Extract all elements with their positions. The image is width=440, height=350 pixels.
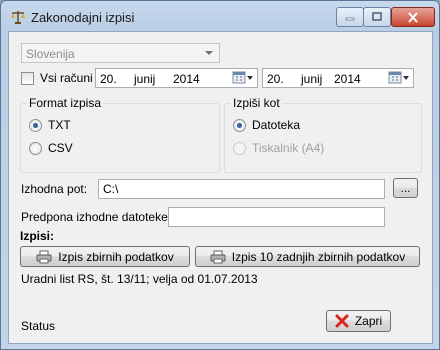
calendar-icon[interactable] <box>388 71 410 85</box>
date-from-day: 20. <box>100 72 117 86</box>
print-collected-label: Izpis zbirnih podatkov <box>58 249 174 264</box>
red-x-icon <box>335 314 349 328</box>
close-icon <box>408 11 418 23</box>
printer-icon <box>36 250 52 264</box>
date-to-year: 2014 <box>334 72 361 86</box>
output-path-label: Izhodna pot: <box>21 182 88 196</box>
date-to-day: 20. <box>267 72 284 86</box>
all-accounts-checkbox[interactable] <box>21 72 34 85</box>
date-from-picker[interactable]: 20. junij 2014 <box>95 68 258 88</box>
printer-icon <box>210 250 226 264</box>
output-printer-label: Tiskalnik (A4) <box>252 141 325 155</box>
format-groupbox: Format izpisa TXT CSV <box>20 96 220 173</box>
file-prefix-label: Predpona izhodne datoteke: <box>21 210 172 224</box>
browse-button-label: ... <box>400 181 411 195</box>
client-area: Slovenija Vsi računi 20. junij 2014 20. … <box>8 31 433 344</box>
close-button-label: Zapri <box>354 314 383 328</box>
legal-note: Uradni list RS, št. 13/11; velja od 01.0… <box>21 272 258 286</box>
output-path-field[interactable] <box>98 179 385 199</box>
region-select-value: Slovenija <box>26 47 75 61</box>
chevron-down-icon <box>205 51 213 55</box>
window-title: Zakonodajni izpisi <box>31 10 135 25</box>
region-select[interactable]: Slovenija <box>21 43 220 63</box>
maximize-button[interactable] <box>363 7 391 27</box>
output-groupbox: Izpiši kot Datoteka Tiskalnik (A4) <box>224 96 422 173</box>
output-file-radio[interactable] <box>233 119 246 132</box>
date-from-month: junij <box>134 72 156 86</box>
file-prefix-input[interactable] <box>169 208 384 226</box>
format-group-legend: Format izpisa <box>27 96 104 110</box>
title-bar[interactable]: Zakonodajni izpisi <box>1 1 439 31</box>
output-file-label: Datoteka <box>252 118 301 132</box>
output-group-legend: Izpiši kot <box>231 96 282 110</box>
format-csv-radio[interactable] <box>29 142 42 155</box>
scales-icon <box>11 11 25 24</box>
close-button[interactable]: Zapri <box>326 310 391 332</box>
minimize-icon <box>345 17 355 21</box>
output-path-input[interactable] <box>99 180 384 198</box>
minimize-button[interactable] <box>336 7 364 27</box>
status-text: Status <box>21 319 56 333</box>
prints-heading: Izpisi: <box>20 229 55 243</box>
file-prefix-field[interactable] <box>168 207 385 227</box>
format-txt-radio[interactable] <box>29 119 42 132</box>
output-printer-radio <box>233 142 246 155</box>
browse-button[interactable]: ... <box>393 178 418 198</box>
main-window: Zakonodajni izpisi Slovenija Vsi računi … <box>0 0 440 350</box>
date-to-picker[interactable]: 20. junij 2014 <box>262 68 414 88</box>
date-from-year: 2014 <box>173 72 200 86</box>
calendar-icon[interactable] <box>232 71 254 85</box>
all-accounts-label: Vsi računi <box>40 71 93 85</box>
print-last10-button[interactable]: Izpis 10 zadnjih zbirnih podatkov <box>195 246 420 267</box>
format-txt-label: TXT <box>48 118 71 132</box>
close-window-button[interactable] <box>391 7 435 27</box>
print-last10-label: Izpis 10 zadnjih zbirnih podatkov <box>231 249 406 264</box>
date-to-month: junij <box>301 72 323 86</box>
format-csv-label: CSV <box>48 141 73 155</box>
maximize-icon <box>372 12 382 21</box>
print-collected-button[interactable]: Izpis zbirnih podatkov <box>20 246 190 267</box>
